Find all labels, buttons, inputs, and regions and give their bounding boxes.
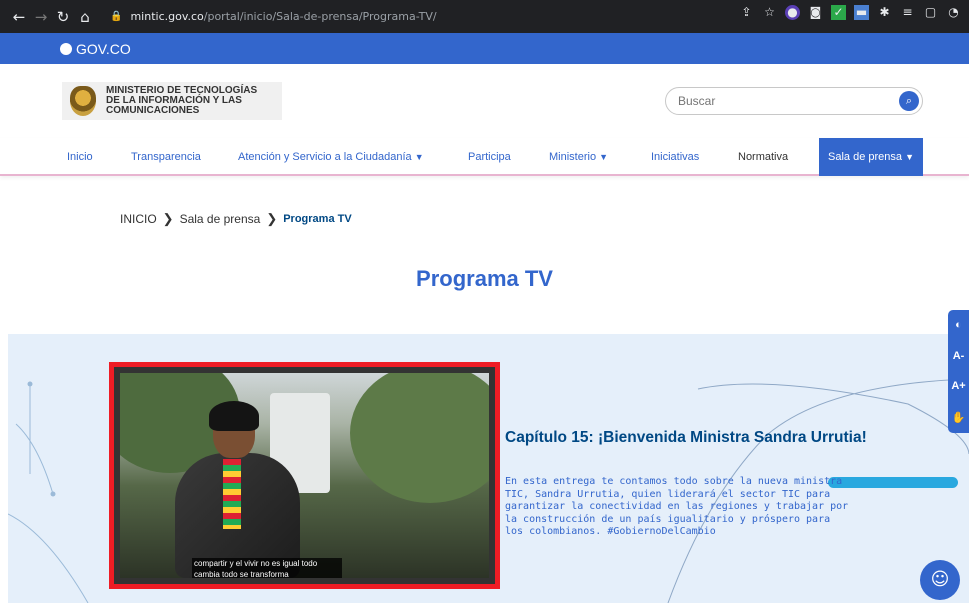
main-nav: Inicio Transparencia Atención y Servicio… <box>0 138 969 176</box>
sidepanel-icon[interactable]: ▢ <box>923 5 938 20</box>
caption-line2: cambia todo se transforma <box>194 570 289 578</box>
extension-icon[interactable]: ● <box>785 5 800 20</box>
video-caption: compartir y el vivir no es igual todo ca… <box>192 558 342 578</box>
nav-item-participa[interactable]: Participa <box>468 138 511 176</box>
feature-section: compartir y el vivir no es igual todo ca… <box>8 334 969 603</box>
list-icon[interactable]: ≡ <box>900 5 915 20</box>
address-bar[interactable]: 🔒 mintic.gov.co /portal/inicio/Sala-de-p… <box>110 5 710 28</box>
search-input[interactable] <box>678 94 878 108</box>
feature-title[interactable]: Capítulo 15: ¡Bienvenida Ministra Sandra… <box>505 428 885 447</box>
chevron-right-icon: ❯ <box>162 211 174 226</box>
reload-icon[interactable]: ↻ <box>52 8 74 26</box>
govco-label: GOV.CO <box>76 40 131 57</box>
video-player[interactable]: compartir y el vivir no es igual todo ca… <box>109 362 500 589</box>
nav-item-atencion[interactable]: Atención y Servicio a la Ciudadanía ▼ <box>238 138 424 176</box>
star-icon[interactable]: ☆ <box>762 5 777 20</box>
feature-description: En esta entrega te contamos todo sobre l… <box>505 476 849 537</box>
browser-toolbar: ← → ↻ ⌂ 🔒 mintic.gov.co /portal/inicio/S… <box>0 0 969 33</box>
gov-bar: GOV.CO <box>0 33 969 64</box>
lock-icon: 🔒 <box>110 11 123 22</box>
search-icon[interactable]: ⌕ <box>899 91 919 111</box>
checkbox-extension-icon[interactable]: ✓ <box>831 5 846 20</box>
ministry-name: MINISTERIO DE TECNOLOGÍAS DE LA INFORMAC… <box>106 86 257 116</box>
nav-item-inicio[interactable]: Inicio <box>67 138 93 176</box>
coat-of-arms-icon <box>70 86 96 116</box>
site-header: MINISTERIO DE TECNOLOGÍAS DE LA INFORMAC… <box>0 64 969 138</box>
caret-down-icon: ▼ <box>599 152 609 162</box>
breadcrumb-home[interactable]: INICIO <box>120 212 157 226</box>
font-smaller-icon[interactable]: A- <box>953 350 965 362</box>
nav-item-normativa[interactable]: Normativa <box>738 138 788 176</box>
nav-item-transparencia[interactable]: Transparencia <box>131 138 201 176</box>
caret-down-icon: ▼ <box>905 152 914 162</box>
share-icon[interactable]: ⇪ <box>739 5 754 20</box>
page-title: Programa TV <box>416 266 553 291</box>
forward-icon[interactable]: → <box>30 8 52 26</box>
nav-item-ministerio[interactable]: Ministerio ▼ <box>549 138 608 176</box>
govco-logo[interactable]: GOV.CO <box>60 41 131 57</box>
video-thumbnail: compartir y el vivir no es igual todo ca… <box>120 373 489 578</box>
url-path: /portal/inicio/Sala-de-prensa/Programa-T… <box>203 10 437 23</box>
search-box: ⌕ <box>665 87 923 115</box>
help-chat-icon[interactable]: ☺ <box>920 560 960 600</box>
nav-item-iniciativas[interactable]: Iniciativas <box>651 138 699 176</box>
back-icon[interactable]: ← <box>8 8 30 26</box>
font-bigger-icon[interactable]: A+ <box>951 380 965 392</box>
tree-shape <box>350 373 489 503</box>
accessibility-bar: ◐ A- A+ ✋ <box>948 310 969 433</box>
breadcrumb-current: Programa TV <box>283 213 352 225</box>
ministry-logo[interactable]: MINISTERIO DE TECNOLOGÍAS DE LA INFORMAC… <box>62 82 282 120</box>
camera-icon[interactable]: ◙ <box>808 5 823 20</box>
puzzle-icon[interactable]: ✱ <box>877 5 892 20</box>
nav-item-sala-label: Sala de prensa <box>828 151 902 163</box>
nav-item-atencion-label: Atención y Servicio a la Ciudadanía <box>238 151 412 163</box>
chevron-right-icon: ❯ <box>266 211 278 226</box>
url-host: mintic.gov.co <box>130 10 204 23</box>
breadcrumb: INICIO ❯ Sala de prensa ❯ Programa TV <box>120 211 352 227</box>
caret-down-icon: ▼ <box>414 152 424 162</box>
ministry-line3: COMUNICACIONES <box>106 105 200 116</box>
caption-line1: compartir y el vivir no es igual todo <box>194 559 318 568</box>
nav-item-ministerio-label: Ministerio <box>549 151 597 163</box>
home-icon[interactable]: ⌂ <box>74 8 96 26</box>
profile-icon[interactable]: ◔ <box>946 5 961 20</box>
extensions-area: ⇪ ☆ ● ◙ ✓ ▬ ✱ ≡ ▢ ◔ <box>739 5 961 20</box>
sign-language-icon[interactable]: ✋ <box>952 411 966 424</box>
card-extension-icon[interactable]: ▬ <box>854 5 869 20</box>
person-figure <box>175 401 300 578</box>
nav-item-sala-de-prensa[interactable]: Sala de prensa ▼ <box>819 138 923 176</box>
contrast-icon[interactable]: ◐ <box>955 319 962 331</box>
govco-seal-icon <box>60 42 72 55</box>
breadcrumb-section[interactable]: Sala de prensa <box>180 212 261 226</box>
